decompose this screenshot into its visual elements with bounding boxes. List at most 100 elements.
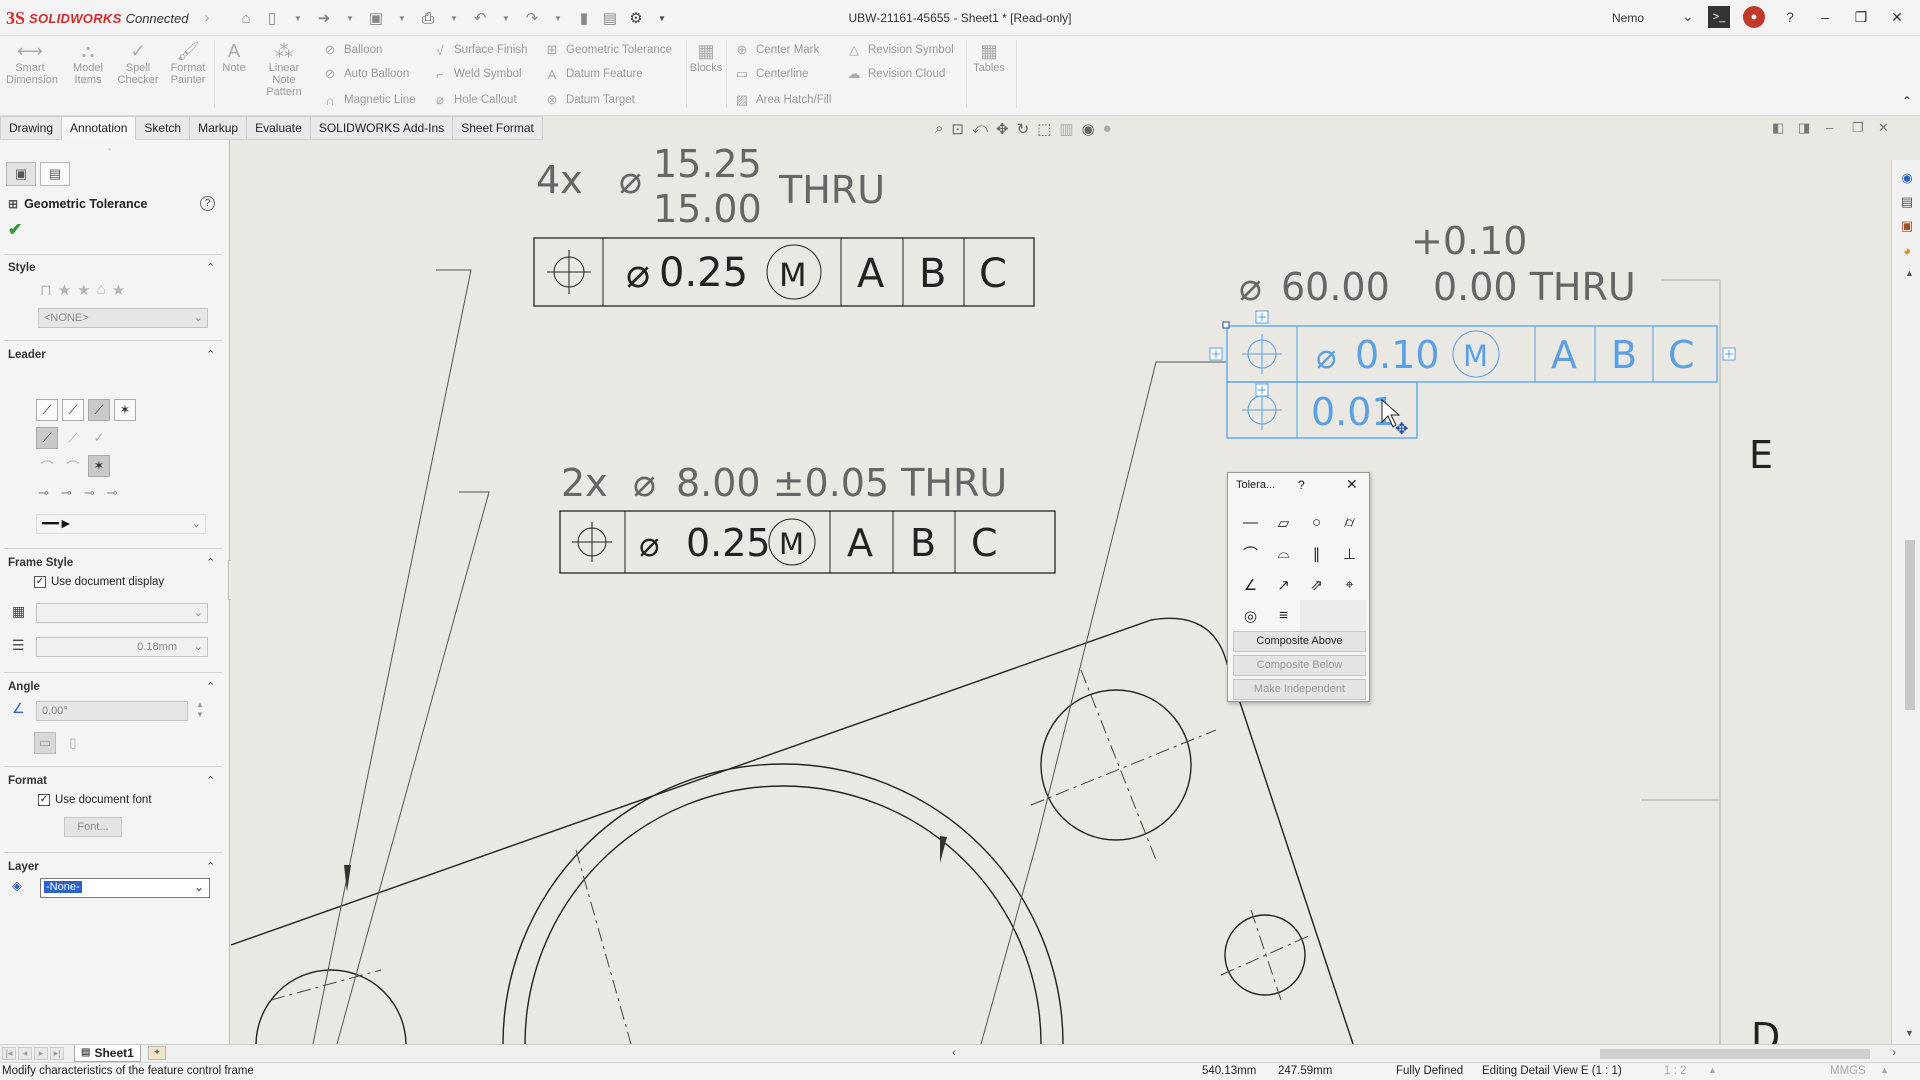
- composite-above-button[interactable]: Composite Above: [1233, 631, 1366, 652]
- linear-note-pattern-button[interactable]: ⁂ Linear Note Pattern: [258, 40, 310, 98]
- feature-control-frame-1[interactable]: ⌀ 0.25 M A B C: [533, 237, 1035, 307]
- revision-symbol-button[interactable]: △ Revision Symbol: [846, 40, 954, 60]
- format-collapse-icon[interactable]: ⌃: [206, 774, 215, 787]
- status-sheet-scale[interactable]: 1 : 2: [1664, 1065, 1686, 1077]
- command-prompt-icon[interactable]: >_: [1708, 6, 1730, 28]
- zoom-to-fit-icon[interactable]: ⌕: [935, 120, 943, 138]
- appearance-icon[interactable]: ●: [1103, 120, 1112, 138]
- user-dropdown-icon[interactable]: ⌄: [1682, 8, 1694, 25]
- feature-manager-tab[interactable]: ▤: [40, 162, 70, 186]
- profile-of-line-icon[interactable]: ⌒: [1234, 538, 1267, 569]
- tile-left-icon[interactable]: ◧: [1772, 120, 1784, 136]
- add-sheet-icon[interactable]: ✦: [148, 1046, 166, 1060]
- blocks-button[interactable]: ▦ Blocks: [688, 40, 724, 74]
- user-name[interactable]: Nemo: [1612, 11, 1644, 25]
- auto-balloon-button[interactable]: ⊘ Auto Balloon: [322, 64, 410, 84]
- straightness-icon[interactable]: —: [1234, 507, 1267, 538]
- scroll-up-icon[interactable]: ▲: [1905, 268, 1914, 278]
- magnetic-line-button[interactable]: ∩ Magnetic Line: [322, 90, 415, 110]
- frame-style-collapse-icon[interactable]: ⌃: [206, 556, 215, 569]
- leader-nearest-button[interactable]: ✶: [88, 455, 110, 477]
- feature-control-frame-2[interactable]: ⌀ 0.25 M A B C: [559, 510, 1056, 574]
- collapse-ribbon-icon[interactable]: ⌃: [1902, 94, 1912, 108]
- tab-evaluate[interactable]: Evaluate: [247, 116, 311, 140]
- leader-straight-button[interactable]: ⟋: [36, 399, 58, 421]
- area-hatch-button[interactable]: ▨ Area Hatch/Fill: [734, 90, 832, 110]
- doc-restore-icon[interactable]: ❐: [1852, 120, 1864, 136]
- tab-markup[interactable]: Markup: [190, 116, 248, 140]
- font-button[interactable]: Font...: [64, 817, 122, 837]
- minimize-window-icon[interactable]: –: [1812, 5, 1838, 29]
- composite-below-button[interactable]: Composite Below: [1233, 655, 1366, 676]
- centerline-button[interactable]: ▭ Centerline: [734, 64, 809, 84]
- tab-solidworks-add-ins[interactable]: SOLIDWORKS Add-Ins: [310, 116, 454, 140]
- appearances-icon[interactable]: ◕: [1897, 240, 1917, 260]
- next-sheet-icon[interactable]: ▸: [34, 1047, 48, 1060]
- frame-style-section-header[interactable]: Frame Style: [8, 557, 73, 569]
- line-weight-combo[interactable]: 0.18mm ⌄: [36, 637, 208, 657]
- selection-handle[interactable]: [1222, 321, 1230, 329]
- leader-multi-jog-button[interactable]: ✶: [114, 399, 136, 421]
- previous-view-icon[interactable]: ⤺: [972, 120, 988, 138]
- pan-icon[interactable]: ✥: [996, 120, 1009, 138]
- total-runout-icon[interactable]: ⇗: [1300, 569, 1333, 600]
- doc-close-icon[interactable]: ✕: [1878, 120, 1889, 136]
- balloon-button[interactable]: ⊘ Balloon: [322, 40, 383, 60]
- load-style-icon[interactable]: ★: [112, 281, 125, 299]
- pm-splitter-handle[interactable]: ◦: [108, 144, 111, 154]
- leader-check-button[interactable]: ✓: [88, 427, 110, 449]
- spell-checker-button[interactable]: ✓ Spell Checker: [114, 40, 162, 86]
- drawing-canvas[interactable]: 4x ⌀ 15.25 15.00 THRU ⌀ 0.25 M A B C 2x: [231, 140, 1891, 1044]
- style-collapse-icon[interactable]: ⌃: [206, 261, 215, 274]
- layer-select[interactable]: -None- ⌄: [40, 878, 210, 898]
- leader-smart-button[interactable]: ⟋: [62, 427, 84, 449]
- hide-show-items-icon[interactable]: ◉: [1082, 120, 1095, 138]
- datum-feature-button[interactable]: A Datum Feature: [544, 64, 643, 84]
- profile-of-surface-icon[interactable]: ⌓: [1267, 538, 1300, 569]
- leader-bent-button[interactable]: ⟋: [62, 399, 84, 421]
- use-document-display-checkbox[interactable]: ✓ Use document display: [34, 576, 164, 588]
- make-independent-button[interactable]: Make Independent: [1233, 679, 1366, 700]
- smart-dimension-button[interactable]: ⟷ Smart Dimension: [6, 40, 58, 86]
- cylindricity-icon[interactable]: ⌭: [1333, 507, 1366, 538]
- feature-control-frame-3-selected[interactable]: ⌀ 0.10 M A B C 0.01: [1209, 310, 1736, 439]
- horizontal-text-button[interactable]: ▭: [34, 732, 56, 754]
- line-style-combo[interactable]: ⌄: [36, 603, 208, 623]
- property-manager-tab[interactable]: ▣: [6, 162, 36, 186]
- perpendicularity-icon[interactable]: ⊥: [1333, 538, 1366, 569]
- angle-section-header[interactable]: Angle: [8, 681, 40, 693]
- center-mark-button[interactable]: ⊕ Center Mark: [734, 40, 820, 60]
- add-row-handle[interactable]: [1255, 383, 1269, 397]
- circular-runout-icon[interactable]: ↗: [1267, 569, 1300, 600]
- solidworks-resources-icon[interactable]: ◉: [1897, 168, 1917, 188]
- prev-sheet-icon[interactable]: ◂: [18, 1047, 32, 1060]
- scroll-right-icon[interactable]: ›: [1892, 1047, 1896, 1059]
- symmetry-icon[interactable]: ≡: [1267, 600, 1300, 631]
- use-document-font-checkbox[interactable]: ✓ Use document font: [38, 794, 152, 806]
- add-frame-right-handle[interactable]: [1722, 347, 1736, 361]
- angle-input[interactable]: 0.00°: [36, 701, 188, 721]
- vertical-scrollbar[interactable]: ▲ ▼: [1905, 268, 1915, 1040]
- revision-cloud-button[interactable]: ☁ Revision Cloud: [846, 64, 946, 84]
- save-style-icon[interactable]: ⌂: [97, 281, 106, 299]
- layer-collapse-icon[interactable]: ⌃: [206, 860, 215, 873]
- position-icon[interactable]: ⌖: [1333, 569, 1366, 600]
- close-window-icon[interactable]: ✕: [1884, 5, 1910, 29]
- leader-left-button[interactable]: ⌒: [36, 455, 58, 477]
- file-explorer-icon[interactable]: ▣: [1897, 216, 1917, 236]
- format-painter-button[interactable]: 🖌 Format Painter: [164, 40, 212, 86]
- doc-minimize-icon[interactable]: –: [1826, 120, 1833, 135]
- add-frame-left-handle[interactable]: [1209, 347, 1223, 361]
- layer-section-header[interactable]: Layer: [8, 861, 39, 873]
- popup-close-icon[interactable]: ✕: [1346, 476, 1358, 493]
- model-items-button[interactable]: ⛬ Model Items: [64, 40, 112, 86]
- add-style-icon[interactable]: ★: [58, 281, 71, 299]
- vertical-scroll-thumb[interactable]: [1905, 540, 1915, 710]
- leader-right-button[interactable]: ⌒: [62, 455, 84, 477]
- zoom-to-area-icon[interactable]: ⊡: [951, 120, 964, 138]
- style-combo[interactable]: <NONE> ⌄: [38, 308, 208, 328]
- apply-style-icon[interactable]: ⊓: [40, 281, 52, 299]
- help-icon[interactable]: ?: [1779, 6, 1801, 28]
- leader-section-header[interactable]: Leader: [8, 349, 46, 361]
- tab-sheet-format[interactable]: Sheet Format: [453, 116, 543, 140]
